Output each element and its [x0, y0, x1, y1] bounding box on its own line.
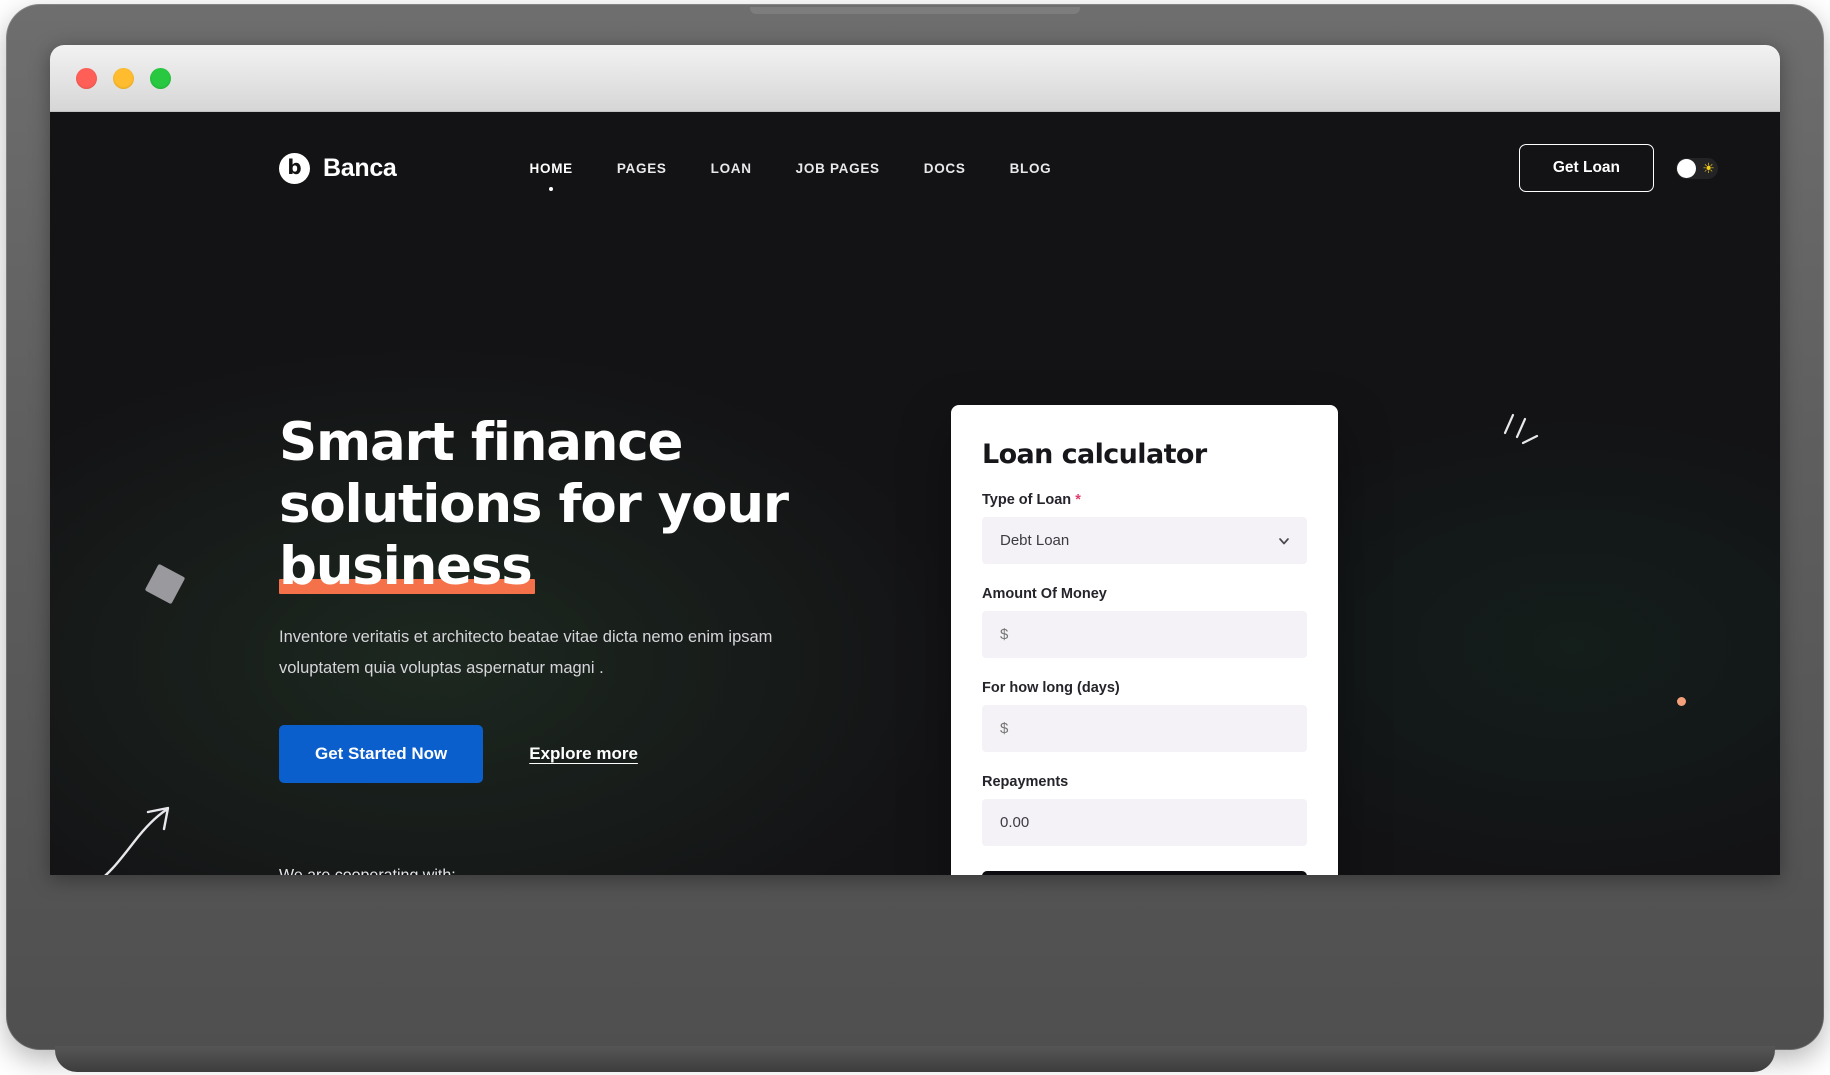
- label-amount-of-money: Amount Of Money: [982, 586, 1107, 602]
- browser-window: b Banca HOME PAGES LOAN JOB PAGES DOCS B…: [50, 45, 1780, 875]
- get-started-now-button[interactable]: Get Started Now: [279, 725, 484, 784]
- select-value-type-of-loan: Debt Loan: [1000, 532, 1070, 549]
- nav-item-blog[interactable]: BLOG: [1010, 155, 1052, 182]
- nav-item-loan[interactable]: LOAN: [711, 155, 752, 182]
- chevron-down-icon: [1277, 534, 1291, 548]
- required-asterisk: *: [1075, 492, 1081, 508]
- loan-calculator-card: Loan calculator Type of Loan * Debt Loan: [951, 405, 1338, 875]
- maximize-window-button[interactable]: [150, 67, 171, 89]
- page-title: Smart finance solutions for your busines…: [279, 412, 839, 598]
- label-type-of-loan: Type of Loan *: [982, 492, 1307, 508]
- get-loan-button[interactable]: Get Loan: [1518, 144, 1654, 192]
- select-type-of-loan[interactable]: Debt Loan: [982, 517, 1307, 564]
- decorative-square: [144, 563, 186, 605]
- nav-links: HOME PAGES LOAN JOB PAGES DOCS BLOG: [530, 155, 1052, 182]
- theme-toggle-knob: [1677, 158, 1696, 178]
- output-repayments: 0.00: [982, 799, 1307, 846]
- device-frame: b Banca HOME PAGES LOAN JOB PAGES DOCS B…: [0, 0, 1830, 1075]
- field-repayments: Repayments 0.00: [982, 774, 1307, 846]
- label-for-how-long: For how long (days): [982, 680, 1120, 696]
- partners-label: We are cooperating with:: [279, 867, 839, 875]
- page-viewport: b Banca HOME PAGES LOAN JOB PAGES DOCS B…: [50, 112, 1780, 875]
- nav-item-docs[interactable]: DOCS: [924, 155, 966, 182]
- hero-subtitle: Inventore veritatis et architecto beatae…: [279, 628, 773, 677]
- field-amount-of-money: Amount Of Money: [982, 586, 1307, 658]
- decorative-arrow-icon: [90, 802, 190, 875]
- close-window-button[interactable]: [76, 67, 97, 89]
- brand-name: Banca: [323, 153, 397, 182]
- decorative-dot: [1677, 697, 1686, 706]
- traffic-lights: [76, 67, 171, 89]
- nav-item-home[interactable]: HOME: [530, 155, 573, 182]
- decorative-sparkle-icon: [1495, 407, 1545, 457]
- sun-icon: ☀: [1702, 160, 1715, 176]
- device-notch: [750, 7, 1080, 14]
- label-repayments: Repayments: [982, 774, 1069, 790]
- hero-title-line-1: Smart finance: [279, 412, 684, 473]
- calculator-title: Loan calculator: [982, 439, 1207, 470]
- navbar-actions: Get Loan ☀: [1518, 144, 1718, 192]
- field-type-of-loan: Type of Loan * Debt Loan: [982, 492, 1307, 564]
- brand-logo[interactable]: b Banca: [279, 152, 397, 184]
- explore-more-link[interactable]: Explore more: [529, 744, 638, 764]
- main-navbar: b Banca HOME PAGES LOAN JOB PAGES DOCS B…: [50, 112, 1780, 224]
- label-text-type-of-loan: Type of Loan: [982, 492, 1072, 508]
- input-for-how-long[interactable]: [982, 705, 1307, 752]
- nav-item-job-pages[interactable]: JOB PAGES: [796, 155, 880, 182]
- banca-logo-icon: b: [279, 152, 310, 184]
- nav-item-pages[interactable]: PAGES: [617, 155, 667, 182]
- hero-section: Smart finance solutions for your busines…: [279, 412, 839, 875]
- hero-title-line-2: solutions for your: [279, 474, 789, 535]
- hero-title-highlight: business: [279, 536, 535, 597]
- browser-titlebar: [50, 45, 1780, 112]
- apply-for-loans-button[interactable]: Apply For Loans: [982, 871, 1307, 875]
- input-amount-of-money[interactable]: [982, 611, 1307, 658]
- theme-toggle-switch[interactable]: ☀: [1676, 157, 1718, 179]
- hero-cta-group: Get Started Now Explore more: [279, 725, 839, 784]
- device-base: [55, 1046, 1775, 1072]
- partners-section: We are cooperating with: HOLDINGS: [279, 867, 839, 875]
- minimize-window-button[interactable]: [113, 67, 134, 89]
- field-for-how-long: For how long (days): [982, 680, 1307, 752]
